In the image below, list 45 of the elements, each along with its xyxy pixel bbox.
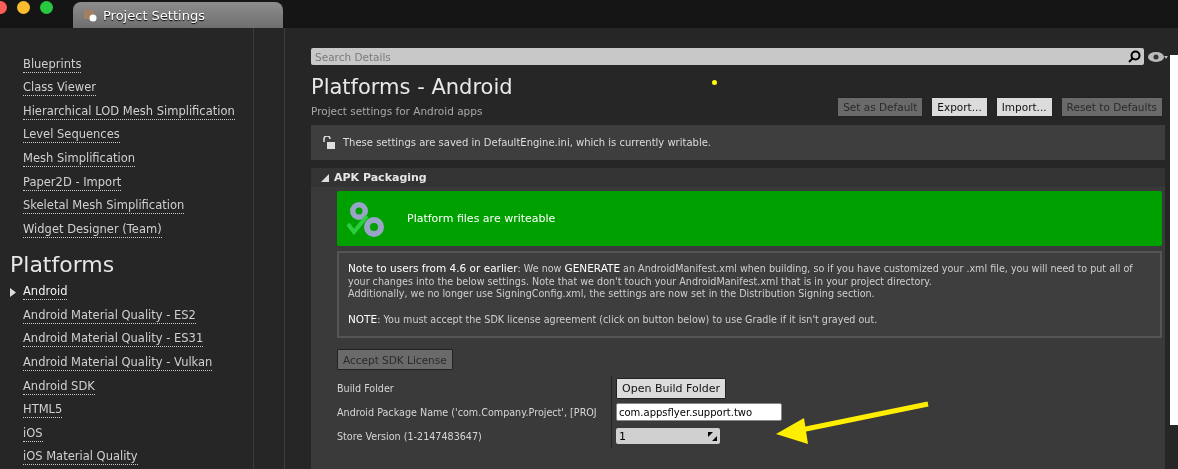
window-tab[interactable]: Project Settings [73,2,283,28]
toolbar-button[interactable]: Export... [931,97,988,117]
expand-arrow-icon [321,173,329,182]
number-field[interactable]: 1 [616,428,720,444]
open-folder-button[interactable]: Open Build Folder [616,377,726,399]
gear-folder-icon [83,8,97,22]
section-header[interactable]: APK Packaging [311,168,1165,187]
sidebar-link[interactable]: Android Material Quality - Vulkan [23,354,213,371]
unlocked-icon [323,136,335,149]
section-title: APK Packaging [334,171,427,184]
search-field[interactable]: Search Details [311,48,1144,65]
sidebar-link[interactable]: Class Viewer [23,80,96,97]
sidebar-link[interactable]: Android Material Quality - ES31 [23,331,204,348]
section-heading: Platforms [9,250,116,279]
property-label: Store Version (1-2147483647) [337,430,482,442]
sidebar-link[interactable]: Android SDK [23,378,95,395]
notice-text: These settings are saved in DefaultEngine.ini, which is currently writable. [343,137,712,148]
page-title: Platforms - Android [311,75,513,99]
property-label: Android Package Name ('com.Company.Project', [PROJ [337,406,597,418]
sidebar-link[interactable]: Hierarchical LOD Mesh Simplification [23,103,235,120]
sidebar-link[interactable]: Paper2D - Import [23,174,122,191]
sidebar-link[interactable]: Android Material Quality - ES2 [23,307,196,324]
sidebar-link[interactable]: Mesh Simplification [23,151,135,168]
sidebar-link[interactable]: Android [23,284,68,301]
page-subtitle: Project settings for Android apps [311,105,484,117]
sidebar-link[interactable]: iOS [23,425,43,442]
note-paragraph: Note to users from 4.6 or earlier: We now GENERATE an AndroidManifest.xml when building, so if you have customized your .xml file, you will need to put all of your changes into the below settings. Note that we don't touch your AndroidManifest.xml that is in your project directory. [348,262,1134,288]
minimize-window-control[interactable] [17,1,30,14]
sidebar-link[interactable]: iOS Material Quality [23,449,138,466]
sidebar-link[interactable]: HTML5 [23,402,63,419]
note-paragraph: NOTE: You must accept the SDK license agreement (click on button below) to use Gradle if it isn't grayed out. [348,312,879,326]
resize-arrow-icon [708,431,717,441]
eye-icon[interactable] [1148,50,1168,63]
search-icon [1128,50,1141,63]
annotation-dot [712,80,717,85]
toolbar-button[interactable]: Import... [995,97,1053,117]
sidebar-link[interactable]: Widget Designer (Team) [23,221,162,238]
sidebar-link[interactable]: Skeletal Mesh Simplification [23,198,185,215]
sidebar-link[interactable]: Level Sequences [23,127,120,144]
zoom-window-control[interactable] [40,1,53,14]
property-label: Build Folder [337,382,394,394]
text-field[interactable]: com.appsflyer.support.two [616,403,782,421]
sidebar-link[interactable]: Blueprints [23,56,82,73]
note-paragraph: Additionally, we no longer use SigningConfig.xml, the settings are now set in the Distribution Signing section. [348,288,876,301]
banner-text: Platform files are writeable [407,212,556,225]
